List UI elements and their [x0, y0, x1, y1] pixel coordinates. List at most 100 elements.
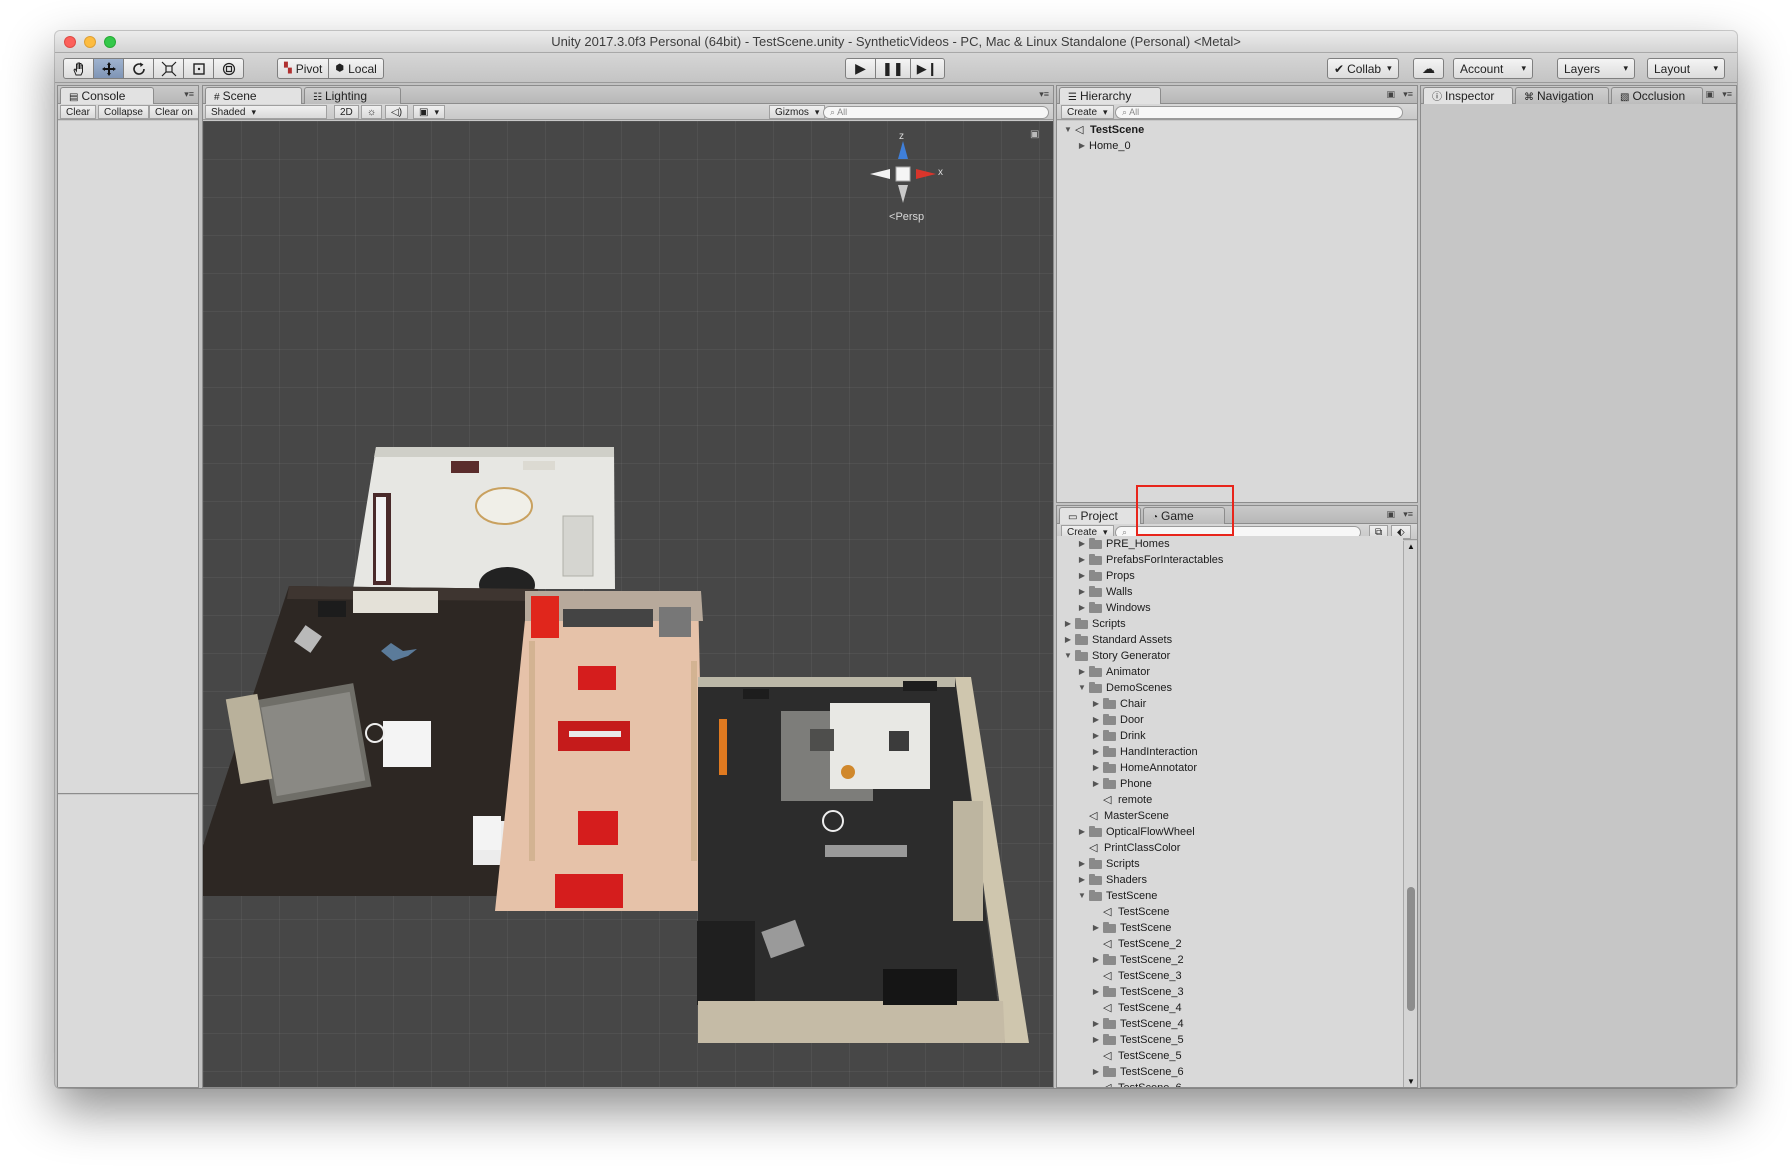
project-scrollbar-thumb[interactable] — [1407, 887, 1415, 1011]
tree-item[interactable]: ◁ PrintClassColor — [1057, 840, 1403, 856]
tree-item[interactable]: ◁ TestScene_6 — [1057, 1080, 1403, 1087]
play-button[interactable]: ▶ — [845, 58, 876, 79]
scene-audio-toggle[interactable]: ◁) — [385, 105, 409, 119]
tab-hierarchy[interactable]: ☰ Hierarchy — [1059, 87, 1161, 105]
collapsed-arrow-icon[interactable]: ▶ — [1091, 696, 1101, 712]
tree-item[interactable]: ▶ Animator — [1057, 664, 1403, 680]
tree-item[interactable]: ▶ PrefabsForInteractables — [1057, 552, 1403, 568]
tree-item[interactable]: ▶ Door — [1057, 712, 1403, 728]
collapsed-arrow-icon[interactable]: ▶ — [1091, 760, 1101, 776]
tree-item[interactable]: ▶ Drink — [1057, 728, 1403, 744]
collapsed-arrow-icon[interactable]: ▶ — [1091, 776, 1101, 792]
collapsed-arrow-icon[interactable]: ▶ — [1091, 920, 1101, 936]
collapsed-arrow-icon[interactable]: ▶ — [1077, 536, 1087, 552]
console-detail-area[interactable] — [58, 795, 198, 1087]
console-collapse-button[interactable]: Collapse — [98, 105, 149, 119]
project-scrollbar[interactable]: ▲ ▼ — [1403, 541, 1417, 1087]
tab-scene[interactable]: # Scene — [205, 87, 302, 105]
tree-item[interactable]: ◁ MasterScene — [1057, 808, 1403, 824]
2d-toggle[interactable]: 2D — [334, 105, 359, 119]
tab-project[interactable]: ▭ Project — [1059, 507, 1141, 525]
close-window-button[interactable] — [64, 36, 76, 48]
expanded-arrow-icon[interactable]: ▼ — [1063, 648, 1073, 664]
collapsed-arrow-icon[interactable]: ▶ — [1091, 712, 1101, 728]
tree-item[interactable]: ▶ TestScene_5 — [1057, 1032, 1403, 1048]
scene-effects-dropdown[interactable]: ▣ — [413, 105, 445, 119]
neg-y-axis-cone[interactable] — [898, 185, 908, 203]
tree-item[interactable]: ▶ Scripts — [1057, 856, 1403, 872]
tree-item[interactable]: ▶ OpticalFlowWheel — [1057, 824, 1403, 840]
tree-item[interactable]: ▶ TestScene_2 — [1057, 952, 1403, 968]
account-dropdown[interactable]: Account — [1453, 58, 1533, 79]
panel-lock-icon[interactable]: ▣ — [1386, 89, 1395, 100]
tree-item[interactable]: ▶ Home_0 — [1057, 138, 1417, 154]
tree-item[interactable]: ◁ TestScene_2 — [1057, 936, 1403, 952]
collapsed-arrow-icon[interactable]: ▶ — [1091, 728, 1101, 744]
pause-button[interactable]: ❚❚ — [875, 58, 911, 79]
panel-lock-icon[interactable]: ▣ — [1386, 509, 1395, 520]
cloud-button[interactable]: ☁ — [1413, 58, 1444, 79]
maximize-window-button[interactable] — [104, 36, 116, 48]
tree-item[interactable]: ◁ remote — [1057, 792, 1403, 808]
step-button[interactable]: ▶❙ — [909, 58, 945, 79]
collapsed-arrow-icon[interactable]: ▶ — [1077, 552, 1087, 568]
console-clear-on-play-button[interactable]: Clear on — [149, 105, 198, 119]
tree-item[interactable]: ▶ Standard Assets — [1057, 632, 1403, 648]
tree-item[interactable]: ▼ ◁ TestScene — [1057, 122, 1417, 138]
panel-menu-icon[interactable]: ▾≡ — [1039, 89, 1049, 100]
layout-dropdown[interactable]: Layout — [1647, 58, 1725, 79]
collapsed-arrow-icon[interactable]: ▶ — [1091, 952, 1101, 968]
tree-item[interactable]: ▶ TestScene — [1057, 920, 1403, 936]
collapsed-arrow-icon[interactable]: ▶ — [1077, 568, 1087, 584]
layers-dropdown[interactable]: Layers — [1557, 58, 1635, 79]
collapsed-arrow-icon[interactable]: ▶ — [1091, 1016, 1101, 1032]
expanded-arrow-icon[interactable]: ▼ — [1077, 680, 1087, 696]
tree-item[interactable]: ▶ Phone — [1057, 776, 1403, 792]
tree-item[interactable]: ◁ TestScene_4 — [1057, 1000, 1403, 1016]
panel-menu-icon[interactable]: ▾≡ — [184, 89, 194, 100]
scroll-down-icon[interactable]: ▼ — [1407, 1077, 1415, 1086]
projection-toggle[interactable]: <Persp — [889, 211, 924, 223]
hierarchy-create-dropdown[interactable]: Create — [1061, 105, 1114, 119]
scene-viewport[interactable]: z x <Persp ▣ — [203, 121, 1053, 1087]
move-tool-button[interactable] — [93, 58, 124, 79]
rotate-tool-button[interactable] — [123, 58, 154, 79]
collapsed-arrow-icon[interactable]: ▶ — [1077, 600, 1087, 616]
tree-item[interactable]: ▼ TestScene — [1057, 888, 1403, 904]
tab-game[interactable]: ◔ Game — [1143, 507, 1225, 524]
tree-item[interactable]: ▶ TestScene_3 — [1057, 984, 1403, 1000]
gizmos-dropdown[interactable]: Gizmos — [769, 105, 826, 119]
tree-item[interactable]: ▶ HandInteraction — [1057, 744, 1403, 760]
lock-icon[interactable]: ▣ — [1030, 129, 1039, 140]
collapsed-arrow-icon[interactable]: ▶ — [1077, 584, 1087, 600]
collapsed-arrow-icon[interactable]: ▶ — [1091, 1064, 1101, 1080]
tree-item[interactable]: ▶ Scripts — [1057, 616, 1403, 632]
tab-navigation[interactable]: ⌘ Navigation — [1515, 87, 1609, 104]
panel-menu-icon[interactable]: ▾≡ — [1722, 89, 1732, 100]
collapsed-arrow-icon[interactable]: ▶ — [1077, 856, 1087, 872]
tree-item[interactable]: ◁ TestScene_3 — [1057, 968, 1403, 984]
collapsed-arrow-icon[interactable]: ▶ — [1063, 616, 1073, 632]
tree-item[interactable]: ▶ Walls — [1057, 584, 1403, 600]
hierarchy-search-input[interactable]: ⌕ All — [1115, 106, 1403, 119]
collapsed-arrow-icon[interactable]: ▶ — [1091, 984, 1101, 1000]
collapsed-arrow-icon[interactable]: ▶ — [1077, 138, 1087, 154]
neg-x-axis-cone[interactable] — [870, 169, 890, 179]
tab-occlusion[interactable]: ▧ Occlusion — [1611, 87, 1703, 104]
collab-dropdown[interactable]: ✔ Collab — [1327, 58, 1399, 79]
scene-orientation-gizmo[interactable] — [858, 129, 948, 219]
collapsed-arrow-icon[interactable]: ▶ — [1077, 664, 1087, 680]
collapsed-arrow-icon[interactable]: ▶ — [1091, 1032, 1101, 1048]
tree-item[interactable]: ▶ TestScene_4 — [1057, 1016, 1403, 1032]
home-model[interactable] — [203, 121, 1053, 1087]
collapsed-arrow-icon[interactable]: ▶ — [1063, 632, 1073, 648]
console-clear-button[interactable]: Clear — [60, 105, 96, 119]
scene-search-input[interactable]: ⌕ All — [823, 106, 1049, 119]
panel-menu-icon[interactable]: ▾≡ — [1403, 89, 1413, 100]
z-axis-cone[interactable] — [898, 141, 908, 159]
tree-item[interactable]: ▶ Chair — [1057, 696, 1403, 712]
tree-item[interactable]: ▶ Shaders — [1057, 872, 1403, 888]
x-axis-cone[interactable] — [916, 169, 936, 179]
tree-item[interactable]: ▶ PRE_Homes — [1057, 536, 1403, 552]
tree-item[interactable]: ▼ Story Generator — [1057, 648, 1403, 664]
